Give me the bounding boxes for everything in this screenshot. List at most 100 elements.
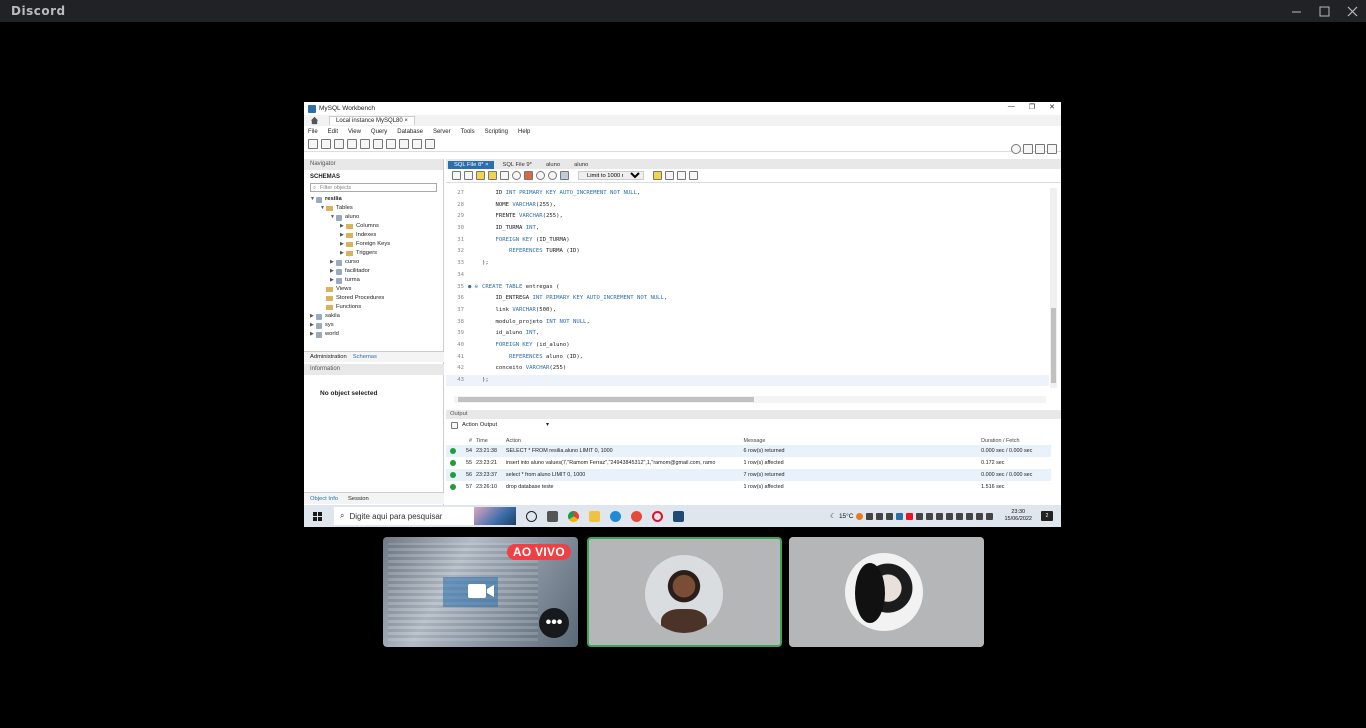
tree-item-world[interactable]: ▶ world bbox=[304, 330, 443, 339]
code-line[interactable]: 28 NOME VARCHAR(255), bbox=[446, 200, 1049, 212]
execute-icon[interactable] bbox=[476, 171, 485, 180]
filter-objects-input[interactable]: ⌕ Filter objects bbox=[310, 183, 437, 192]
inspector-icon[interactable] bbox=[334, 139, 344, 149]
maximize-icon[interactable] bbox=[1310, 0, 1338, 22]
code-line[interactable]: 42 conceito VARCHAR(255) bbox=[446, 363, 1049, 375]
tree-item-functions[interactable]: Functions bbox=[304, 303, 443, 312]
participant-tile[interactable] bbox=[789, 537, 984, 647]
menu-view[interactable]: View bbox=[348, 129, 361, 135]
code-line[interactable]: 36 ID_ENTREGA INT PRIMARY KEY AUTO_INCRE… bbox=[446, 293, 1049, 305]
bluetooth-icon[interactable] bbox=[896, 512, 904, 520]
code-line[interactable]: 38 modulo_projeto INT NOT NULL, bbox=[446, 317, 1049, 329]
tab-aluno-2[interactable]: aluno bbox=[568, 161, 594, 169]
file-explorer-icon[interactable] bbox=[589, 510, 600, 522]
menu-query[interactable]: Query bbox=[371, 129, 387, 135]
tree-item-tables[interactable]: ▼ Tables bbox=[304, 204, 443, 213]
tray-app-icon[interactable] bbox=[876, 512, 884, 520]
minimize-icon[interactable] bbox=[1282, 0, 1310, 22]
tray-app-icon[interactable] bbox=[856, 512, 864, 520]
tree-item-sakila[interactable]: ▶ sakila bbox=[304, 312, 443, 321]
tray-app-icon[interactable] bbox=[926, 512, 934, 520]
copy-icon[interactable] bbox=[451, 421, 458, 429]
instance-tab[interactable]: Local instance MySQL80 × bbox=[329, 116, 415, 125]
instance-tab-close-icon[interactable]: × bbox=[404, 118, 408, 124]
create-function-icon[interactable] bbox=[399, 139, 409, 149]
beautify-icon[interactable] bbox=[653, 171, 662, 180]
save-icon[interactable] bbox=[464, 171, 473, 180]
tree-item-aluno[interactable]: ▼ aluno bbox=[304, 213, 443, 222]
taskbar-search-box[interactable]: ⌕ Digite aqui para pesquisar bbox=[334, 507, 516, 525]
weather-icon[interactable]: ☾ bbox=[830, 512, 836, 520]
tray-app-icon[interactable] bbox=[866, 512, 874, 520]
home-icon[interactable] bbox=[310, 116, 319, 125]
code-line[interactable]: 33); bbox=[446, 258, 1049, 270]
open-file-icon[interactable] bbox=[452, 171, 461, 180]
tree-item-foreign-keys[interactable]: ▶ Foreign Keys bbox=[304, 240, 443, 249]
tab-session[interactable]: Session bbox=[348, 496, 369, 502]
execute-current-icon[interactable] bbox=[488, 171, 497, 180]
tab-sql-file-9[interactable]: SQL File 9* bbox=[496, 161, 537, 169]
code-line[interactable]: 40 FOREIGN KEY (id_aluno) bbox=[446, 340, 1049, 352]
screen-share-stream[interactable]: MySQL Workbench — ❐ ✕ Local instance MyS… bbox=[304, 102, 1061, 527]
scroll-thumb-horizontal[interactable] bbox=[458, 397, 754, 402]
toggle-secondary-sidebar-icon[interactable] bbox=[1047, 144, 1057, 154]
output-selector[interactable]: Action Output ▾ bbox=[446, 419, 1061, 431]
code-line[interactable]: 43); bbox=[446, 375, 1049, 386]
code-line[interactable]: 29 FRENTE VARCHAR(255), bbox=[446, 211, 1049, 223]
tree-item-stored-procedures[interactable]: Stored Procedures bbox=[304, 294, 443, 303]
create-schema-icon[interactable] bbox=[347, 139, 357, 149]
code-line[interactable]: 41 REFERENCES aluno (ID), bbox=[446, 352, 1049, 364]
menu-edit[interactable]: Edit bbox=[328, 129, 338, 135]
tray-app-icon[interactable] bbox=[916, 512, 924, 520]
menu-scripting[interactable]: Scripting bbox=[485, 129, 508, 135]
create-table-icon[interactable] bbox=[360, 139, 370, 149]
more-options-button[interactable]: ••• bbox=[539, 608, 569, 638]
create-view-icon[interactable] bbox=[373, 139, 383, 149]
explain-icon[interactable] bbox=[500, 171, 509, 180]
toggle-output-icon[interactable] bbox=[1035, 144, 1045, 154]
task-view-icon[interactable] bbox=[547, 510, 558, 522]
code-line[interactable]: 34 bbox=[446, 270, 1049, 282]
weather-temp[interactable]: 15°C bbox=[839, 513, 854, 520]
stop-on-error-icon[interactable] bbox=[524, 171, 533, 180]
tree-item-resilia[interactable]: ▼ resilia bbox=[304, 195, 443, 204]
mysql-workbench-taskbar-icon[interactable] bbox=[673, 510, 684, 522]
code-line[interactable]: 32 REFERENCES TURMA (ID) bbox=[446, 246, 1049, 258]
tray-app-icon[interactable] bbox=[906, 512, 914, 520]
new-sql-tab-icon[interactable] bbox=[308, 139, 318, 149]
battery-icon[interactable] bbox=[976, 512, 984, 520]
limit-rows-select[interactable]: Limit to 1000 rows bbox=[578, 171, 644, 180]
tab-administration[interactable]: Administration bbox=[310, 354, 347, 360]
menu-help[interactable]: Help bbox=[518, 129, 530, 135]
menu-server[interactable]: Server bbox=[433, 129, 451, 135]
toggle-sidebar-icon[interactable] bbox=[1023, 144, 1033, 154]
tray-app-icon[interactable] bbox=[886, 512, 894, 520]
edge-icon[interactable] bbox=[610, 510, 621, 522]
tray-app-icon[interactable] bbox=[936, 512, 944, 520]
chrome-icon[interactable] bbox=[568, 510, 579, 522]
tab-object-info[interactable]: Object Info bbox=[310, 496, 338, 502]
action-output-dropdown[interactable]: Action Output bbox=[462, 422, 542, 428]
volume-icon[interactable] bbox=[966, 512, 974, 520]
git-icon[interactable] bbox=[631, 510, 642, 522]
tree-item-turma[interactable]: ▶ turma bbox=[304, 276, 443, 285]
output-row[interactable]: 54 23:21:38 SELECT * FROM resilia.aluno LI… bbox=[446, 445, 1051, 457]
menu-tools[interactable]: Tools bbox=[461, 129, 475, 135]
close-icon[interactable] bbox=[1338, 0, 1366, 22]
code-line[interactable]: 39 id_aluno INT, bbox=[446, 328, 1049, 340]
autocommit-icon[interactable] bbox=[560, 171, 569, 180]
cortana-icon[interactable] bbox=[526, 510, 537, 522]
menu-file[interactable]: File bbox=[308, 129, 318, 135]
scroll-thumb[interactable] bbox=[1051, 308, 1056, 383]
tree-item-sys[interactable]: ▶ sys bbox=[304, 321, 443, 330]
rollback-icon[interactable] bbox=[548, 171, 557, 180]
tab-schemas[interactable]: Schemas bbox=[353, 354, 377, 360]
chevron-up-icon[interactable] bbox=[946, 512, 954, 520]
output-row[interactable]: 55 23:23:21 insert into aluno values(7,"Ra… bbox=[446, 457, 1051, 469]
tree-item-facilitador[interactable]: ▶ facilitador bbox=[304, 267, 443, 276]
code-area[interactable]: 27 ID INT PRIMARY KEY AUTO_INCREMENT NOT… bbox=[446, 188, 1049, 386]
invisible-chars-icon[interactable] bbox=[677, 171, 686, 180]
output-row[interactable]: 57 23:26:10 drop database teste 1 row(s) af… bbox=[446, 481, 1051, 493]
commit-icon[interactable] bbox=[536, 171, 545, 180]
participant-tile-speaking[interactable] bbox=[587, 537, 782, 647]
